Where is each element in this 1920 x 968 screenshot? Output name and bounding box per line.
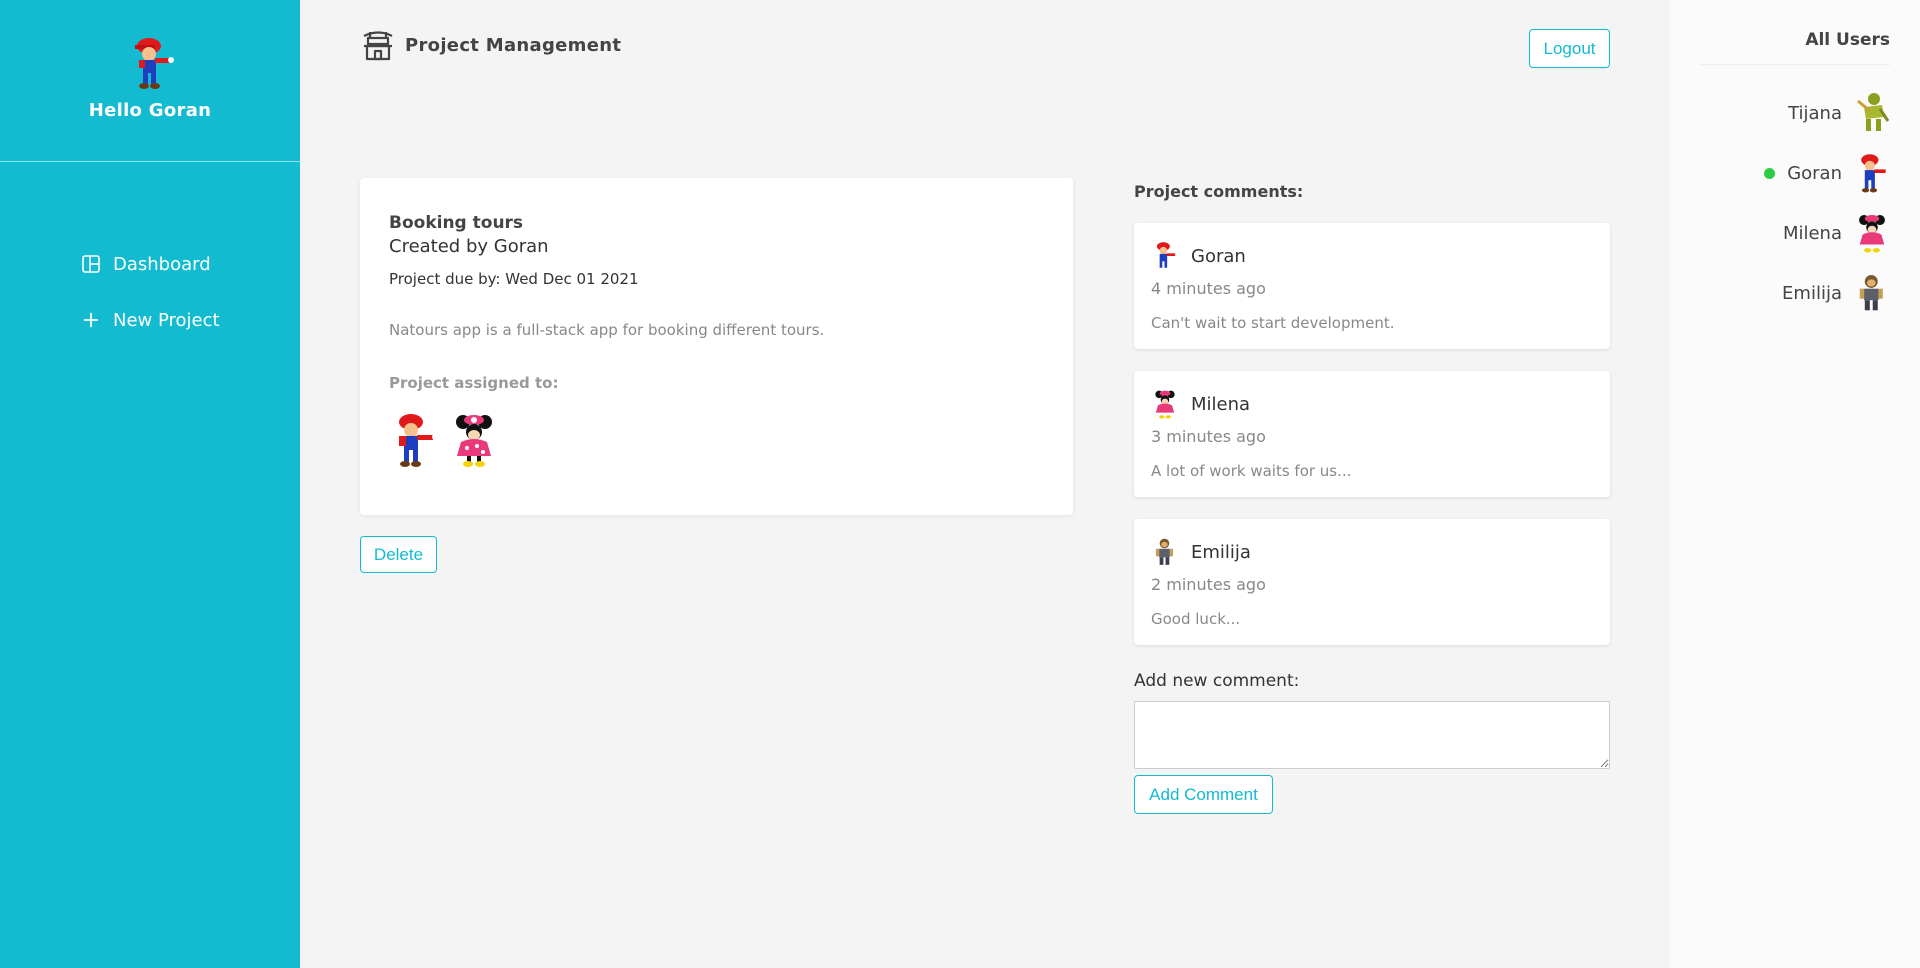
- project-card: Booking tours Created by Goran Project d…: [360, 178, 1073, 515]
- comment-time: 2 minutes ago: [1151, 575, 1266, 594]
- comment-text: Good luck...: [1151, 610, 1241, 628]
- assigned-label: Project assigned to:: [389, 374, 559, 392]
- project-description: Natours app is a full-stack app for book…: [389, 321, 825, 339]
- avatar-emilija: [1155, 538, 1174, 565]
- avatar-goran: [1861, 154, 1886, 193]
- comment-text: A lot of work waits for us...: [1151, 462, 1352, 480]
- plus-icon: [82, 311, 100, 329]
- delete-project-button[interactable]: Delete: [360, 536, 437, 573]
- comment-author-row: Emilija: [1151, 537, 1593, 567]
- users-panel: All Users Tijana Goran Milena Emilija: [1670, 0, 1920, 968]
- user-avatar: [135, 38, 174, 89]
- header: Project Management: [361, 28, 621, 62]
- online-status-dot: [1764, 167, 1776, 179]
- comment-item: Emilija 2 minutes ago Good luck...: [1134, 519, 1610, 645]
- app-title: Project Management: [405, 34, 622, 56]
- comment-time: 4 minutes ago: [1151, 279, 1266, 298]
- user-item-goran[interactable]: Goran: [1670, 149, 1890, 197]
- add-comment-button[interactable]: Add Comment: [1134, 775, 1273, 814]
- nav-new-project-label: New Project: [113, 309, 220, 331]
- comment-author: Goran: [1191, 245, 1246, 267]
- user-list: Tijana Goran Milena Emilija: [1670, 89, 1920, 317]
- avatar-tijana: [1857, 93, 1890, 131]
- user-name: Milena: [1782, 222, 1842, 244]
- comment-author: Emilija: [1191, 541, 1251, 563]
- dashboard-icon: [82, 255, 100, 273]
- assigned-avatars: [389, 412, 1044, 468]
- temple-icon: [363, 31, 393, 61]
- user-name: Tijana: [1788, 102, 1842, 124]
- comment-text: Can't wait to start development.: [1151, 314, 1395, 332]
- nav-new-project[interactable]: New Project: [82, 308, 300, 332]
- greeting: Hello Goran: [88, 100, 212, 121]
- sidebar-user: Hello Goran: [0, 0, 300, 162]
- avatar-milena: [1155, 390, 1175, 419]
- comments-label: Project comments:: [1134, 182, 1304, 201]
- comments-section: Project comments: Goran 4 minutes ago Ca…: [1134, 178, 1610, 814]
- comment-author: Milena: [1191, 393, 1251, 415]
- nav-dashboard[interactable]: Dashboard: [82, 252, 300, 276]
- logout-button[interactable]: Logout: [1529, 29, 1610, 68]
- user-name: Emilija: [1782, 282, 1842, 304]
- user-item-tijana[interactable]: Tijana: [1670, 89, 1890, 137]
- users-title: All Users: [1700, 30, 1890, 65]
- avatar-milena[interactable]: [449, 412, 499, 468]
- avatar-goran: [1156, 242, 1176, 268]
- project-title: Booking tours: [389, 213, 524, 233]
- project-created-by: Created by Goran: [389, 236, 549, 257]
- user-name: Goran: [1787, 162, 1842, 184]
- nav-dashboard-label: Dashboard: [113, 253, 211, 275]
- sidebar: Hello Goran Dashboard New Project: [0, 0, 300, 968]
- project-due-date: Project due by: Wed Dec 01 2021: [389, 270, 639, 288]
- avatar-emilija: [1859, 275, 1883, 311]
- sidebar-nav: Dashboard New Project: [0, 252, 300, 332]
- user-item-emilija[interactable]: Emilija: [1670, 269, 1890, 317]
- comment-item: Goran 4 minutes ago Can't wait to start …: [1134, 223, 1610, 349]
- add-comment-label: Add new comment:: [1134, 671, 1300, 691]
- avatar-milena: [1859, 215, 1885, 253]
- comment-item: Milena 3 minutes ago A lot of work waits…: [1134, 371, 1610, 497]
- comment-author-row: Milena: [1151, 389, 1593, 419]
- comment-input[interactable]: [1134, 701, 1610, 769]
- user-item-milena[interactable]: Milena: [1670, 209, 1890, 257]
- avatar-goran[interactable]: [389, 412, 439, 468]
- comment-author-row: Goran: [1151, 241, 1593, 271]
- comment-time: 3 minutes ago: [1151, 427, 1266, 446]
